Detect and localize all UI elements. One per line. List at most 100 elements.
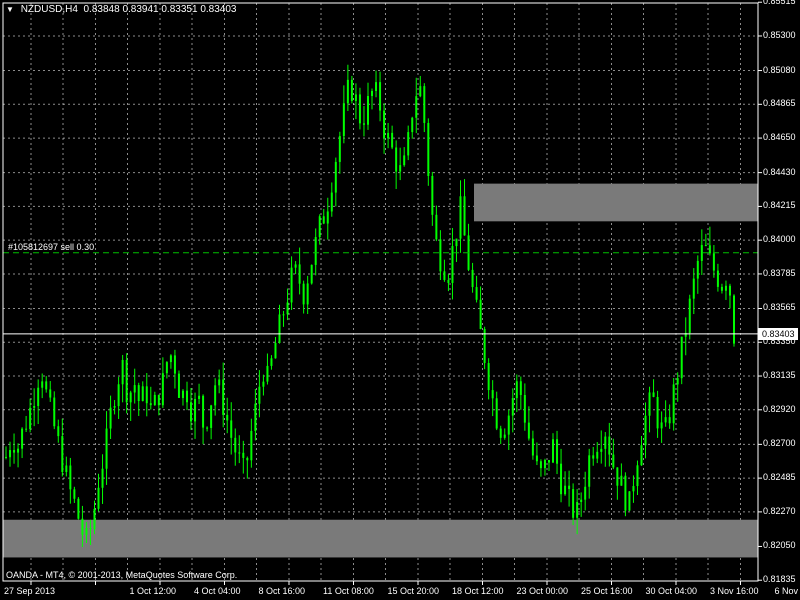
candle-body bbox=[137, 385, 140, 402]
candle-body bbox=[322, 216, 325, 224]
candle-body bbox=[326, 211, 329, 224]
price-axis-label: 0.84650 bbox=[763, 132, 796, 143]
candle-body bbox=[403, 155, 406, 166]
candle-body bbox=[25, 428, 28, 430]
candle-body bbox=[282, 314, 285, 316]
candle-body bbox=[515, 381, 518, 399]
candle-body bbox=[334, 161, 337, 193]
candle-body bbox=[226, 414, 229, 421]
candle-body bbox=[101, 468, 104, 488]
candle-body bbox=[165, 362, 168, 374]
price-chart[interactable] bbox=[0, 0, 800, 600]
candle-body bbox=[93, 508, 96, 530]
candle-body bbox=[700, 245, 703, 261]
candle-body bbox=[89, 528, 92, 530]
candle-body bbox=[246, 457, 249, 461]
candle-body bbox=[475, 287, 478, 300]
candle-body bbox=[185, 390, 188, 403]
candle-body bbox=[696, 260, 699, 279]
candle-body bbox=[298, 264, 301, 284]
candle-body bbox=[113, 406, 116, 408]
candle-body bbox=[391, 132, 394, 148]
order-line-label[interactable]: #105812697 sell 0.30 bbox=[8, 242, 94, 252]
candle-body bbox=[81, 518, 84, 535]
chart-symbol: NZDUSD,H4 bbox=[20, 4, 78, 15]
candle-body bbox=[507, 415, 510, 435]
candle-body bbox=[375, 82, 378, 91]
candle-body bbox=[692, 278, 695, 299]
time-axis-label: 30 Oct 04:00 bbox=[645, 586, 698, 596]
candle-body bbox=[181, 390, 184, 398]
candle-body bbox=[13, 450, 16, 453]
candle-body bbox=[704, 245, 707, 247]
price-lines bbox=[3, 252, 758, 335]
candle-body bbox=[177, 373, 180, 398]
candle-body bbox=[688, 298, 691, 333]
candle-body bbox=[648, 392, 651, 416]
candle-body bbox=[620, 475, 623, 486]
candle-body bbox=[487, 363, 490, 391]
candle-body bbox=[523, 395, 526, 423]
ohlc-open: 0.83848 bbox=[83, 4, 120, 15]
candle-body bbox=[728, 285, 731, 296]
candle-body bbox=[77, 498, 80, 519]
candle-body bbox=[656, 396, 659, 429]
candle-body bbox=[37, 387, 40, 407]
chart-title: ▼ NZDUSD,H4 0.83848 0.83941 0.83351 0.83… bbox=[6, 4, 236, 15]
candle-body bbox=[716, 270, 719, 287]
candle-body bbox=[604, 436, 607, 449]
time-axis-label: 11 Oct 08:00 bbox=[323, 586, 374, 596]
price-axis-label: 0.85080 bbox=[763, 64, 796, 75]
candle-body bbox=[210, 405, 213, 428]
time-axis-label: 27 Sep 2013 bbox=[4, 586, 56, 596]
candle-body bbox=[173, 355, 176, 374]
candle-body bbox=[105, 428, 108, 469]
candle-body bbox=[632, 486, 635, 492]
candle-body bbox=[608, 436, 611, 455]
candle-body bbox=[543, 459, 546, 469]
candle-body bbox=[427, 122, 430, 176]
candle-body bbox=[527, 422, 530, 439]
candle-body bbox=[724, 285, 727, 291]
candle-body bbox=[616, 467, 619, 486]
candle-body bbox=[531, 438, 534, 456]
time-axis-label: 25 Oct 16:00 bbox=[581, 586, 633, 596]
candle-body bbox=[149, 403, 152, 406]
candle-body bbox=[708, 245, 711, 254]
candle-body bbox=[133, 385, 136, 393]
candle-body bbox=[676, 378, 679, 385]
candle-body bbox=[206, 427, 209, 429]
candle-body bbox=[455, 238, 458, 247]
price-zone bbox=[474, 183, 758, 222]
candle-body bbox=[712, 253, 715, 271]
candle-body bbox=[266, 365, 269, 382]
candle-body bbox=[49, 389, 52, 398]
candle-body bbox=[290, 267, 293, 303]
candle-body bbox=[443, 271, 446, 280]
candle-body bbox=[576, 501, 579, 518]
candle-body bbox=[556, 439, 559, 464]
candle-body bbox=[499, 428, 502, 438]
candle-body bbox=[588, 455, 591, 487]
candle-body bbox=[169, 355, 172, 363]
candle-body bbox=[720, 286, 723, 291]
candle-body bbox=[258, 386, 261, 404]
candle-body bbox=[539, 461, 542, 469]
candle-body bbox=[318, 216, 321, 238]
dropdown-triangle-icon[interactable]: ▼ bbox=[6, 5, 14, 14]
candle-body bbox=[624, 475, 627, 511]
candle-body bbox=[262, 381, 265, 387]
candle-body bbox=[592, 455, 595, 459]
candle-body bbox=[141, 386, 144, 402]
candle-body bbox=[572, 489, 575, 518]
candle-body bbox=[45, 381, 48, 390]
time-axis-label: 23 Oct 00:00 bbox=[516, 586, 569, 596]
price-axis-label: 0.83785 bbox=[763, 267, 796, 278]
time-axis-label: 3 Nov 16:00 bbox=[710, 586, 759, 596]
candle-body bbox=[33, 406, 36, 408]
candle-body bbox=[535, 455, 538, 462]
candle-body bbox=[511, 398, 514, 416]
candle-body bbox=[342, 103, 345, 137]
candle-body bbox=[560, 463, 563, 495]
candle-body bbox=[612, 454, 615, 468]
